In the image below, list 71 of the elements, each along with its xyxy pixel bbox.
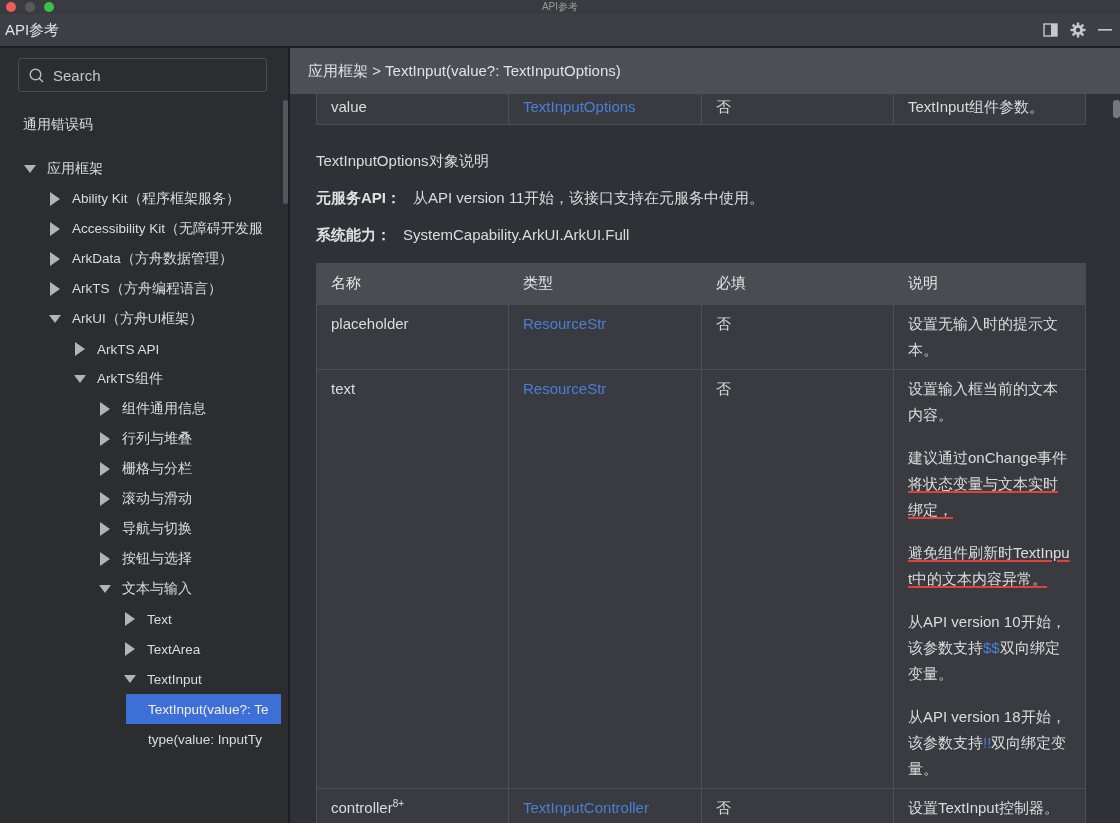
tree-item[interactable]: 文本与输入 bbox=[0, 574, 283, 604]
tree-item[interactable]: 应用框架 bbox=[0, 154, 283, 184]
tree-item[interactable]: 通用错误码 bbox=[1, 110, 283, 140]
tree-item[interactable]: 滚动与滑动 bbox=[0, 484, 283, 514]
description-text: 从API version 18开始，该参数支持!!双向绑定变量。 bbox=[908, 707, 1068, 779]
table-cell: controller$^{8+}$ bbox=[316, 788, 509, 823]
settings-icon[interactable] bbox=[1070, 22, 1086, 38]
caret-right-icon[interactable] bbox=[99, 492, 111, 506]
caret-right-icon[interactable] bbox=[124, 612, 136, 626]
split-panel-icon[interactable] bbox=[1043, 23, 1058, 37]
description-text: 设置输入框当前的文本内容。 bbox=[908, 379, 1059, 425]
window-title: API参考 bbox=[541, 1, 579, 13]
table-cell: placeholder bbox=[316, 304, 509, 370]
table-cell: 否 bbox=[701, 304, 894, 370]
caret-right-icon[interactable] bbox=[74, 342, 86, 356]
table-cell: 否 bbox=[701, 788, 894, 823]
description-text: TextInput组件参数。 bbox=[908, 97, 1045, 117]
tree-item[interactable]: Accessibility Kit（无障碍开发服 bbox=[0, 214, 283, 244]
table-cell: value bbox=[316, 94, 509, 125]
tree-item[interactable]: 行列与堆叠 bbox=[0, 424, 283, 454]
column-header: 说明 bbox=[893, 263, 1086, 305]
search-icon bbox=[29, 68, 44, 83]
caret-right-icon[interactable] bbox=[99, 552, 111, 566]
breadcrumb: 应用框架 > TextInput(value?: TextInputOptions) bbox=[308, 61, 621, 81]
meta-label: 系统能力： bbox=[316, 226, 391, 245]
table-cell: text bbox=[316, 369, 509, 789]
tree-item[interactable]: ArkTS（方舟编程语言） bbox=[0, 274, 283, 304]
caret-right-icon[interactable] bbox=[49, 222, 61, 236]
minimize-icon[interactable] bbox=[1098, 28, 1112, 32]
caret-right-icon[interactable] bbox=[49, 252, 61, 266]
column-header: 必填 bbox=[701, 263, 894, 305]
description-text: 从API version 10开始，该参数支持$$双向绑定变量。 bbox=[908, 612, 1067, 684]
caret-right-icon[interactable] bbox=[99, 432, 111, 446]
description-text: 避免组件刷新时TextInput中的文本内容异常。 bbox=[908, 543, 1071, 589]
tree-item[interactable]: 栅格与分栏 bbox=[0, 454, 283, 484]
tree-item[interactable]: Text bbox=[0, 604, 283, 634]
meta-label: 元服务API： bbox=[316, 189, 401, 208]
tree-item[interactable]: TextInput(value?: Te bbox=[126, 694, 281, 724]
meta-value: SystemCapability.ArkUI.ArkUI.Full bbox=[403, 226, 630, 245]
close-button[interactable] bbox=[6, 2, 16, 12]
section-title: TextInputOptions对象说明 bbox=[316, 152, 490, 171]
panel-title: API参考 bbox=[5, 20, 61, 40]
table-cell: 否 bbox=[701, 94, 894, 125]
tree-item[interactable]: ArkData（方舟数据管理） bbox=[0, 244, 283, 274]
caret-right-icon[interactable] bbox=[49, 192, 61, 206]
description-text: 设置TextInput控制器。 bbox=[908, 798, 1060, 818]
tree-item[interactable]: Ability Kit（程序框架服务） bbox=[0, 184, 283, 214]
caret-right-icon[interactable] bbox=[99, 522, 111, 536]
search-field[interactable]: Search bbox=[18, 58, 267, 92]
scrollbar-thumb[interactable] bbox=[1113, 100, 1120, 118]
caret-right-icon[interactable] bbox=[49, 282, 61, 296]
zoom-button[interactable] bbox=[44, 2, 54, 12]
scrollbar-thumb[interactable] bbox=[283, 100, 288, 204]
tree-item[interactable]: type(value: InputTy bbox=[126, 724, 283, 754]
caret-right-icon[interactable] bbox=[99, 462, 111, 476]
meta-value: 从API version 11开始，该接口支持在元服务中使用。 bbox=[413, 189, 765, 208]
tree-item[interactable]: ArkUI（方舟UI框架） bbox=[0, 304, 283, 334]
tree-item[interactable]: TextArea bbox=[0, 634, 283, 664]
caret-right-icon[interactable] bbox=[124, 642, 136, 656]
tree-item[interactable]: 导航与切换 bbox=[0, 514, 283, 544]
column-header: 名称 bbox=[316, 263, 509, 305]
description-text: 设置无输入时的提示文本。 bbox=[908, 314, 1059, 360]
tree-item[interactable]: 组件通用信息 bbox=[0, 394, 283, 424]
tree-item[interactable]: TextInput bbox=[0, 664, 283, 694]
tree-item[interactable]: ArkTS API bbox=[0, 334, 283, 364]
description-text: 建议通过onChange事件 将状态变量与文本实时绑定， bbox=[908, 448, 1069, 520]
table-cell: 否 bbox=[701, 369, 894, 789]
tree-item[interactable]: 按钮与选择 bbox=[0, 544, 283, 574]
caret-right-icon[interactable] bbox=[99, 402, 111, 416]
tree-item[interactable]: ArkTS组件 bbox=[0, 364, 283, 394]
column-header: 类型 bbox=[508, 263, 702, 305]
